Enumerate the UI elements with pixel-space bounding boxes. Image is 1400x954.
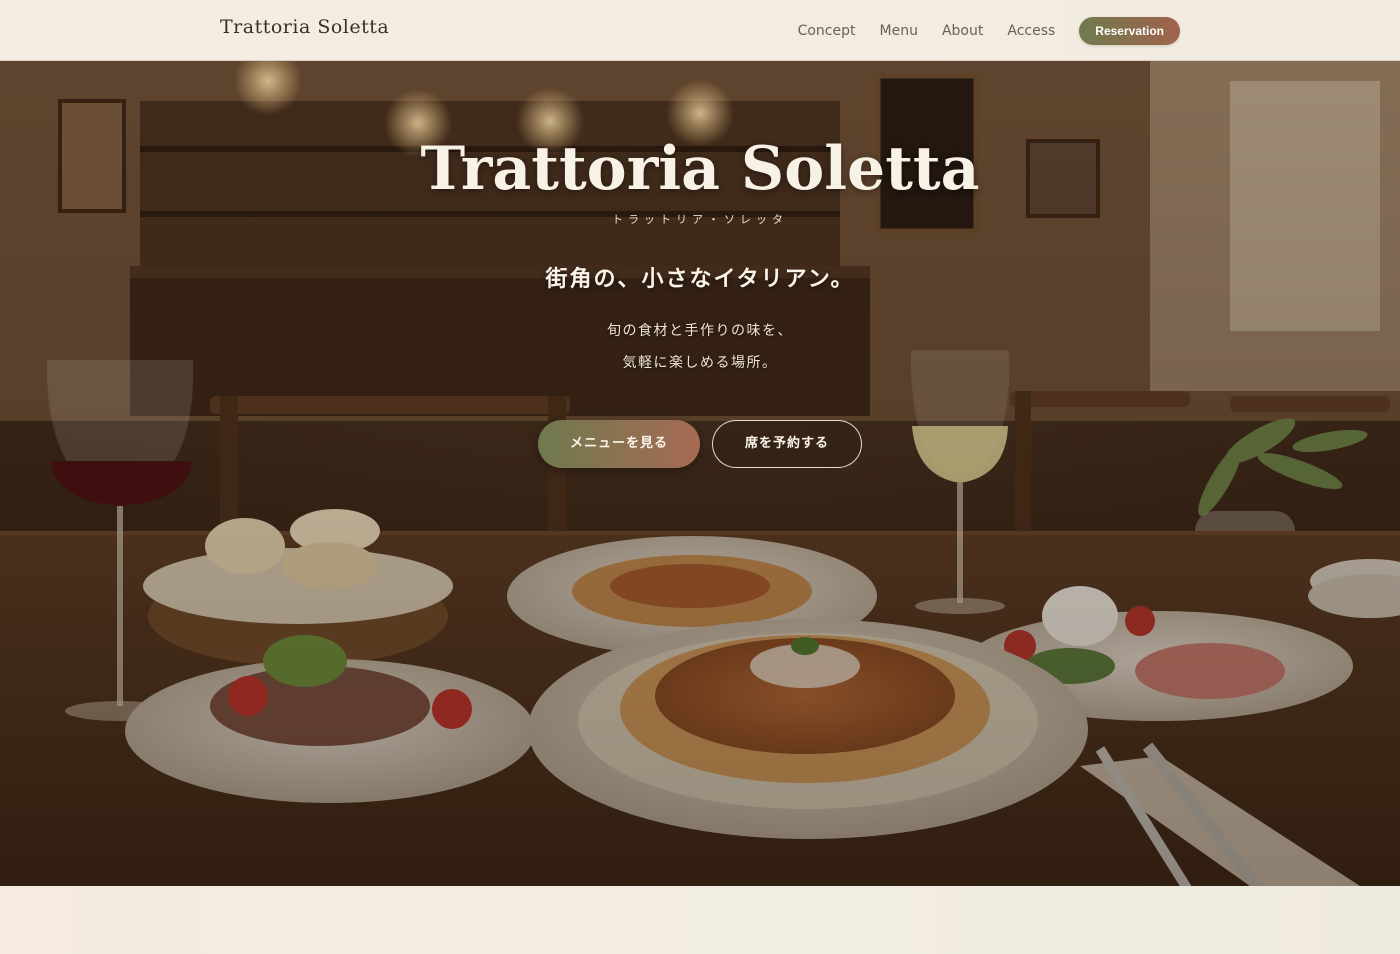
nav-link-menu[interactable]: Menu [880, 18, 918, 44]
nav-link-access[interactable]: Access [1007, 18, 1055, 44]
hero-title: Trattoria Soletta [420, 134, 980, 204]
brand-logo[interactable]: Trattoria Soletta [220, 16, 389, 38]
main-nav: Concept Menu About Access Reservation [774, 17, 1180, 45]
nav-link-concept[interactable]: Concept [798, 18, 856, 44]
site-header: Trattoria Soletta Concept Menu About Acc… [0, 0, 1400, 61]
reservation-button[interactable]: Reservation [1079, 17, 1180, 45]
hero-description-line-2: 気軽に楽しめる場所。 [622, 355, 778, 371]
nav-link-about[interactable]: About [942, 18, 983, 44]
hero-kana-subtitle: トラットリア・ソレッタ [612, 213, 788, 226]
lower-section [0, 886, 1400, 954]
hero-description-line-1: 旬の食材と手作りの味を、 [607, 323, 793, 339]
hero-section: Trattoria Soletta トラットリア・ソレッタ 街角の、小さなイタリ… [0, 61, 1400, 886]
view-menu-button[interactable]: メニューを見る [538, 420, 700, 468]
reserve-seat-button[interactable]: 席を予約する [712, 420, 862, 468]
hero-tagline: 街角の、小さなイタリアン。 [545, 266, 855, 292]
